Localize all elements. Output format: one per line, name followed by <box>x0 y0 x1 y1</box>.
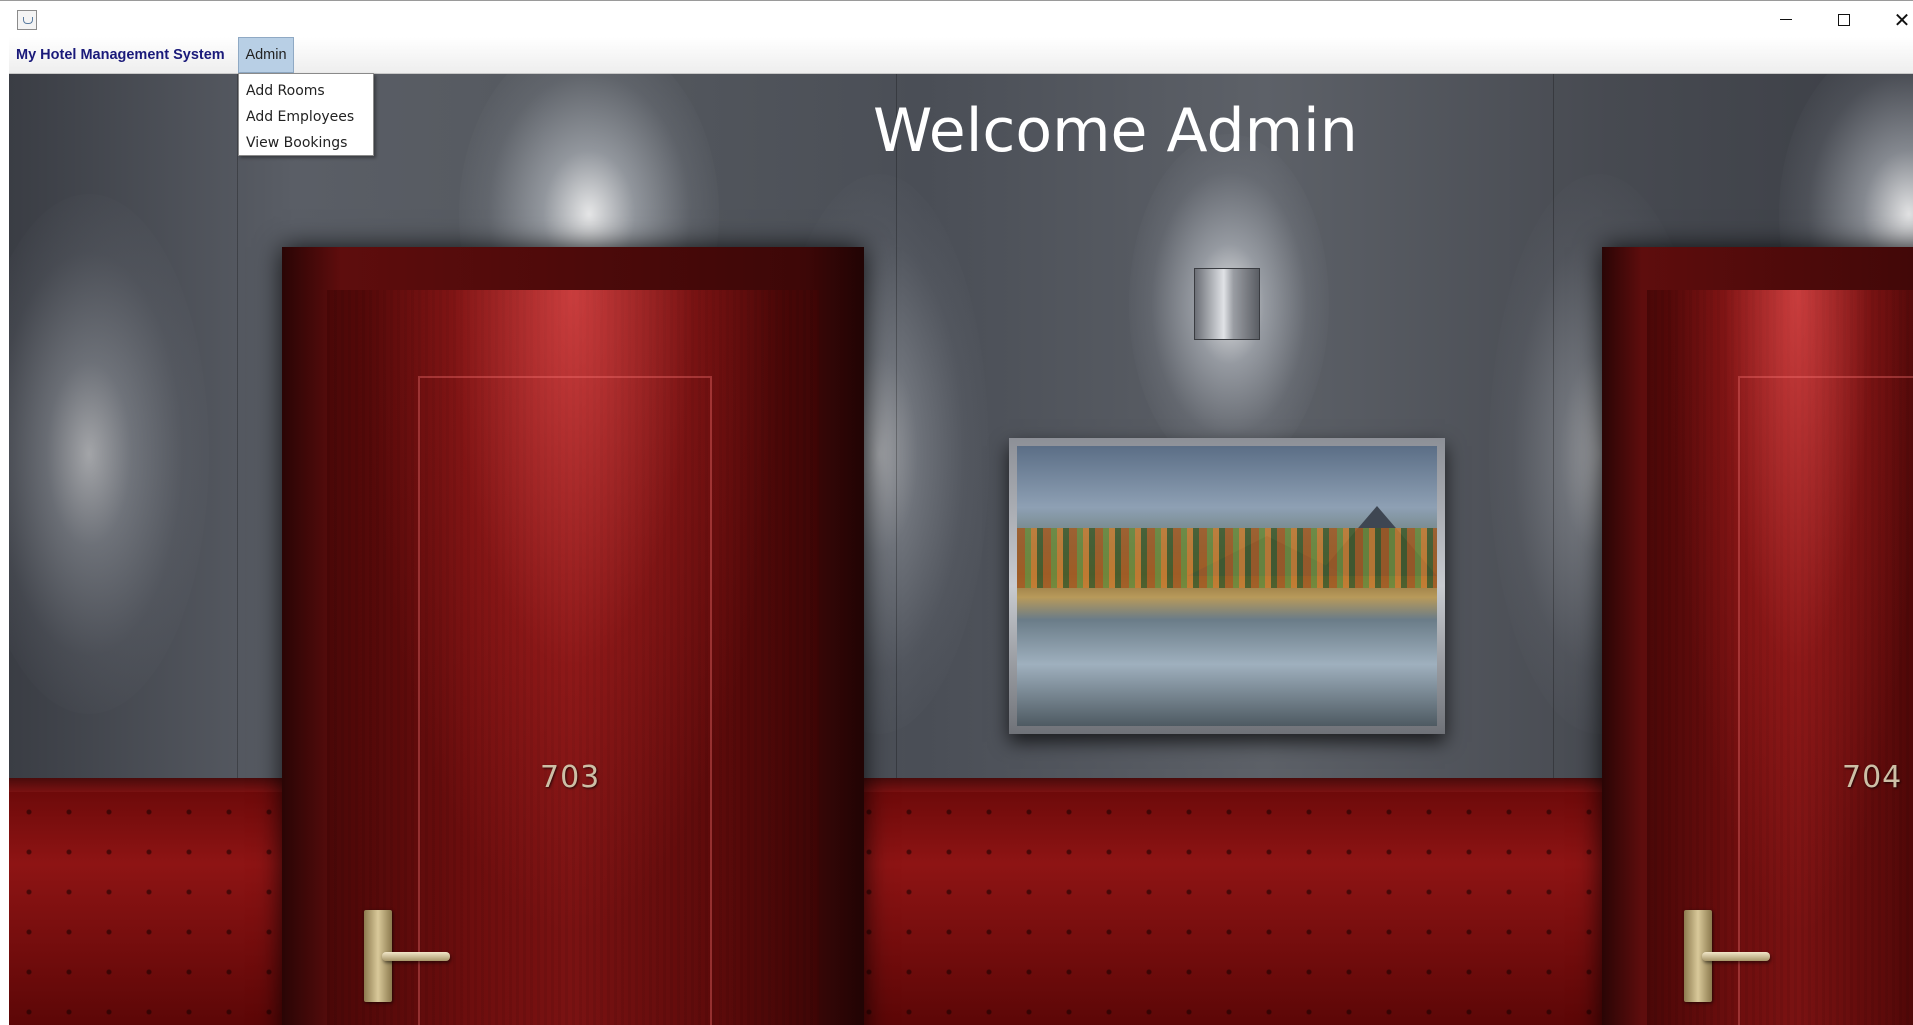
menu-bar: My Hotel Management System Admin <box>9 37 1913 74</box>
close-icon: ✕ <box>1893 7 1911 32</box>
landscape-painting <box>1009 438 1445 734</box>
wall-panel-line <box>896 74 897 784</box>
painting-canvas <box>1017 446 1437 726</box>
background-image: 703 704 <box>9 74 1913 1025</box>
room-number: 704 <box>1842 760 1903 795</box>
maximize-icon <box>1838 13 1850 26</box>
minimize-button[interactable] <box>1757 1 1815 38</box>
admin-popup-menu: Add Rooms Add Employees View Bookings <box>238 73 374 156</box>
maximize-button[interactable] <box>1815 1 1873 38</box>
close-button[interactable]: ✕ <box>1873 1 1913 38</box>
menu-item-add-rooms[interactable]: Add Rooms <box>239 78 373 104</box>
wall-sconce <box>1194 268 1260 340</box>
door-handle-lever <box>382 952 450 961</box>
door-handle-lever <box>1702 952 1770 961</box>
room-number: 703 <box>540 760 601 795</box>
title-bar: ✕ <box>0 0 1913 37</box>
menu-admin[interactable]: Admin <box>238 37 294 73</box>
autumn-trees <box>1017 528 1437 588</box>
wall-panel-line <box>1553 74 1554 784</box>
door-panel <box>1738 376 1913 1025</box>
menu-item-add-employees[interactable]: Add Employees <box>239 104 373 130</box>
wall-light <box>9 194 209 714</box>
wall-panel-line <box>237 74 238 784</box>
welcome-heading: Welcome Admin <box>873 96 1358 166</box>
menu-item-view-bookings[interactable]: View Bookings <box>239 130 373 156</box>
door-panel <box>418 376 712 1025</box>
door-703: 703 <box>327 290 819 1025</box>
minimize-icon <box>1780 19 1792 20</box>
java-icon[interactable] <box>17 10 37 30</box>
door-704: 704 <box>1647 290 1913 1025</box>
menu-hotel-system[interactable]: My Hotel Management System <box>16 37 225 73</box>
